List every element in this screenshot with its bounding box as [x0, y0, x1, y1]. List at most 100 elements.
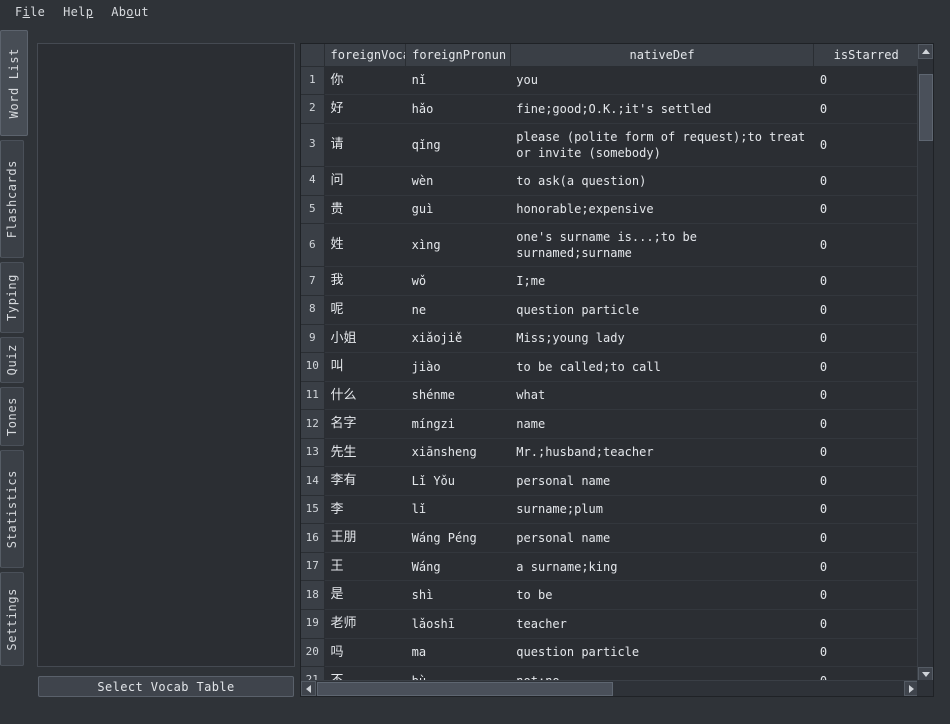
cell-foreignPronun[interactable]: xiānsheng [405, 438, 511, 468]
cell-isStarred[interactable]: 0 [813, 324, 919, 354]
vocab-table[interactable]: foreignVocab foreignPronun nativeDef isS… [301, 44, 919, 682]
vertical-scroll-trough[interactable] [918, 59, 933, 667]
table-row[interactable]: 10 叫 jiào to be called;to call 0 [301, 352, 919, 382]
cell-nativeDef[interactable]: to be [510, 580, 814, 610]
cell-foreignPronun[interactable]: nǐ [405, 66, 511, 96]
row-number[interactable]: 16 [301, 523, 325, 553]
sidebar-tab-statistics[interactable]: Statistics [0, 450, 24, 569]
cell-foreignPronun[interactable]: Lǐ Yǒu [405, 466, 511, 496]
cell-isStarred[interactable]: 0 [813, 94, 919, 124]
cell-foreignPronun[interactable]: shénme [405, 381, 511, 411]
cell-nativeDef[interactable]: personal name [510, 523, 814, 553]
cell-nativeDef[interactable]: you [510, 66, 814, 96]
sidebar-tab-flashcards[interactable]: Flashcards [0, 139, 24, 258]
row-number[interactable]: 13 [301, 438, 325, 468]
scroll-up-button[interactable] [918, 44, 933, 59]
cell-foreignPronun[interactable]: ma [405, 638, 511, 668]
cell-foreignVocab[interactable]: 先生 [324, 438, 406, 468]
cell-foreignVocab[interactable]: 小姐 [324, 324, 406, 354]
cell-foreignVocab[interactable]: 贵 [324, 195, 406, 225]
row-number[interactable]: 15 [301, 495, 325, 525]
cell-foreignVocab[interactable]: 李有 [324, 466, 406, 496]
menu-item-file[interactable]: File [6, 2, 54, 23]
cell-isStarred[interactable]: 0 [813, 466, 919, 496]
cell-foreignVocab[interactable]: 叫 [324, 352, 406, 382]
cell-foreignPronun[interactable]: xìng [405, 223, 511, 268]
row-number[interactable]: 2 [301, 94, 325, 124]
cell-nativeDef[interactable]: Mr.;husband;teacher [510, 438, 814, 468]
cell-foreignPronun[interactable]: wǒ [405, 266, 511, 296]
cell-foreignPronun[interactable]: Wáng Péng [405, 523, 511, 553]
sidebar-tab-quiz[interactable]: Quiz [0, 336, 24, 384]
cell-foreignVocab[interactable]: 请 [324, 123, 406, 167]
cell-nativeDef[interactable]: to ask(a question) [510, 166, 814, 196]
row-number[interactable]: 11 [301, 381, 325, 411]
cell-nativeDef[interactable]: please (polite form of request);to treat… [510, 123, 814, 167]
row-number[interactable]: 7 [301, 266, 325, 296]
cell-isStarred[interactable]: 0 [813, 495, 919, 525]
cell-isStarred[interactable]: 0 [813, 438, 919, 468]
cell-foreignVocab[interactable]: 问 [324, 166, 406, 196]
cell-nativeDef[interactable]: teacher [510, 609, 814, 639]
cell-nativeDef[interactable]: question particle [510, 295, 814, 325]
horizontal-scroll-thumb[interactable] [317, 682, 613, 696]
table-row[interactable]: 19 老师 lǎoshī teacher 0 [301, 609, 919, 639]
cell-isStarred[interactable]: 0 [813, 295, 919, 325]
vertical-scroll-thumb[interactable] [919, 74, 933, 141]
column-header-foreignVocab[interactable]: foreignVocab [324, 44, 407, 67]
row-number[interactable]: 19 [301, 609, 325, 639]
cell-foreignPronun[interactable]: lǐ [405, 495, 511, 525]
cell-foreignPronun[interactable]: shì [405, 580, 511, 610]
cell-isStarred[interactable]: 0 [813, 166, 919, 196]
scroll-left-button[interactable] [301, 681, 316, 696]
row-number[interactable]: 9 [301, 324, 325, 354]
cell-foreignPronun[interactable]: lǎoshī [405, 609, 511, 639]
row-number[interactable]: 18 [301, 580, 325, 610]
table-row[interactable]: 13 先生 xiānsheng Mr.;husband;teacher 0 [301, 438, 919, 468]
cell-isStarred[interactable]: 0 [813, 552, 919, 582]
row-number[interactable]: 5 [301, 195, 325, 225]
cell-isStarred[interactable]: 0 [813, 409, 919, 439]
table-row[interactable]: 15 李 lǐ surname;plum 0 [301, 495, 919, 525]
row-number[interactable]: 20 [301, 638, 325, 668]
row-number[interactable]: 1 [301, 66, 325, 96]
cell-foreignPronun[interactable]: xiǎojiě [405, 324, 511, 354]
cell-foreignVocab[interactable]: 呢 [324, 295, 406, 325]
row-number[interactable]: 3 [301, 123, 325, 167]
table-row[interactable]: 8 呢 ne question particle 0 [301, 295, 919, 325]
cell-foreignPronun[interactable]: hǎo [405, 94, 511, 124]
row-number[interactable]: 17 [301, 552, 325, 582]
table-row[interactable]: 11 什么 shénme what 0 [301, 381, 919, 411]
cell-isStarred[interactable]: 0 [813, 66, 919, 96]
sidebar-tab-word-list[interactable]: Word List [0, 30, 28, 136]
row-number[interactable]: 6 [301, 223, 325, 268]
table-row[interactable]: 1 你 nǐ you 0 [301, 66, 919, 96]
menu-item-about[interactable]: About [102, 2, 158, 23]
cell-foreignVocab[interactable]: 王朋 [324, 523, 406, 553]
cell-nativeDef[interactable]: honorable;expensive [510, 195, 814, 225]
table-row[interactable]: 2 好 hǎo fine;good;O.K.;it's settled 0 [301, 94, 919, 124]
table-row[interactable]: 5 贵 guì honorable;expensive 0 [301, 195, 919, 225]
cell-nativeDef[interactable]: what [510, 381, 814, 411]
cell-foreignVocab[interactable]: 老师 [324, 609, 406, 639]
cell-foreignVocab[interactable]: 你 [324, 66, 406, 96]
cell-nativeDef[interactable]: name [510, 409, 814, 439]
row-number[interactable]: 10 [301, 352, 325, 382]
cell-foreignPronun[interactable]: qǐng [405, 123, 511, 167]
table-row[interactable]: 12 名字 míngzi name 0 [301, 409, 919, 439]
cell-nativeDef[interactable]: question particle [510, 638, 814, 668]
table-row[interactable]: 9 小姐 xiǎojiě Miss;young lady 0 [301, 324, 919, 354]
cell-foreignVocab[interactable]: 好 [324, 94, 406, 124]
cell-nativeDef[interactable]: fine;good;O.K.;it's settled [510, 94, 814, 124]
cell-foreignVocab[interactable]: 名字 [324, 409, 406, 439]
table-row[interactable]: 20 吗 ma question particle 0 [301, 638, 919, 668]
row-number[interactable]: 12 [301, 409, 325, 439]
cell-nativeDef[interactable]: a surname;king [510, 552, 814, 582]
row-number[interactable]: 8 [301, 295, 325, 325]
cell-foreignVocab[interactable]: 吗 [324, 638, 406, 668]
cell-foreignVocab[interactable]: 我 [324, 266, 406, 296]
sidebar-tab-tones[interactable]: Tones [0, 387, 24, 447]
cell-nativeDef[interactable]: surname;plum [510, 495, 814, 525]
cell-foreignVocab[interactable]: 姓 [324, 223, 406, 268]
cell-isStarred[interactable]: 0 [813, 195, 919, 225]
